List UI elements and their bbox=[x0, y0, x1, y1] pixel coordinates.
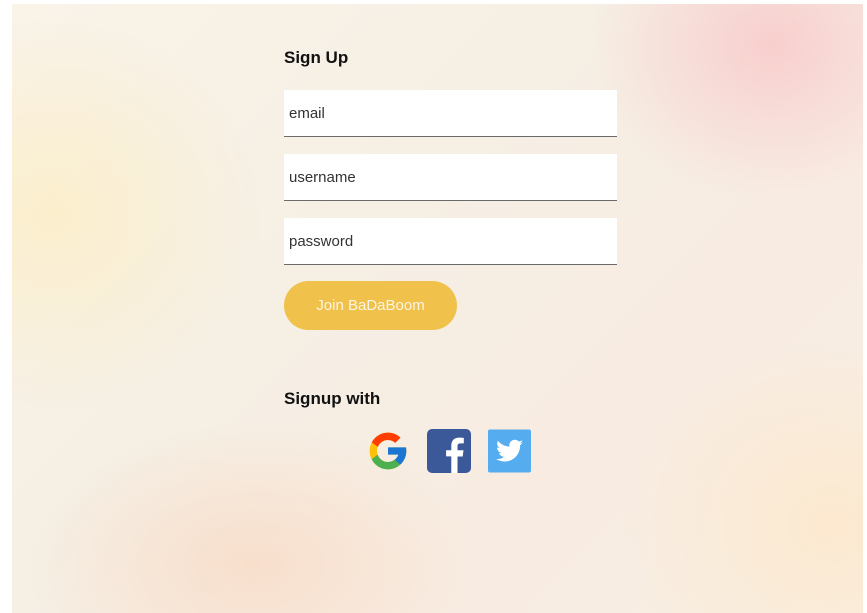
password-input[interactable] bbox=[284, 218, 617, 264]
page-title: Sign Up bbox=[284, 48, 349, 67]
username-input[interactable] bbox=[284, 154, 617, 200]
social-signup-heading: Signup with bbox=[284, 389, 381, 408]
username-field-container bbox=[284, 154, 617, 201]
password-field-container bbox=[284, 218, 617, 265]
twitter-signup-button[interactable] bbox=[488, 429, 531, 473]
email-field-container bbox=[284, 90, 617, 137]
join-button[interactable]: Join BaDaBoom bbox=[284, 281, 457, 330]
google-signup-button[interactable] bbox=[366, 429, 410, 473]
google-icon bbox=[369, 432, 407, 470]
facebook-icon bbox=[427, 429, 471, 473]
social-signup-buttons bbox=[366, 429, 531, 473]
facebook-signup-button[interactable] bbox=[427, 429, 471, 473]
twitter-icon bbox=[488, 429, 531, 473]
email-input[interactable] bbox=[284, 90, 617, 136]
